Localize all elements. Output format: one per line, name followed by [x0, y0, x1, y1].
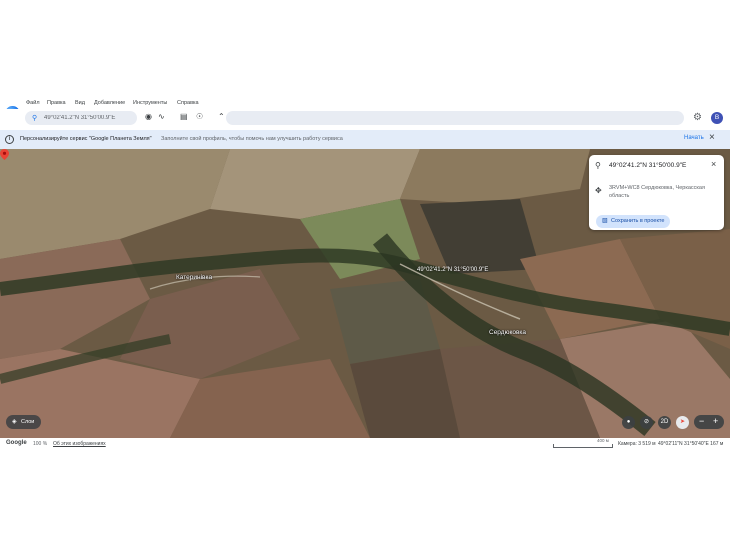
path-icon[interactable]: ∿ [158, 112, 165, 121]
layers-label: Слои [21, 419, 35, 425]
place-label-katerynivka[interactable]: Катеринівка [176, 274, 212, 281]
ruler-icon[interactable]: ▤ [180, 112, 188, 121]
cursor-coordinates: 49°02'11"N 31°50'40"E 167 м [658, 441, 724, 447]
google-logo: Google [6, 440, 27, 446]
zoom-control: − + [694, 415, 724, 429]
banner-title: Персонализируйте сервис "Google Планета … [20, 136, 152, 142]
gear-icon[interactable]: ⚙ [693, 112, 702, 123]
pegman-icon[interactable]: ● [622, 416, 635, 429]
location-pin-icon[interactable] [0, 149, 9, 160]
menu-edit[interactable]: Правка [47, 100, 66, 106]
scale-label: 400 м [597, 438, 609, 443]
menu-view[interactable]: Вид [75, 100, 85, 106]
personalize-banner: i Персонализируйте сервис "Google Планет… [0, 130, 730, 149]
scale-bar [553, 444, 613, 448]
avatar[interactable]: B [711, 112, 723, 124]
close-icon[interactable]: × [709, 132, 715, 143]
about-imagery-link[interactable]: Об этих изображениях [53, 441, 106, 447]
close-icon[interactable]: × [711, 159, 716, 169]
menu-bar: Файл Правка Вид Добавление Инструменты С… [0, 99, 730, 109]
save-button-label: Сохранить в проекте [611, 218, 665, 224]
search-input[interactable] [44, 113, 132, 123]
location-info-card: ⚲ 49°02'41.2"N 31°50'00.9"E × ✥ 3RVM+WC8… [589, 155, 724, 230]
chevron-up-icon[interactable]: ⌃ [218, 112, 225, 121]
globe-tools-icon[interactable]: ☉ [196, 112, 203, 121]
zoom-in-button[interactable]: + [713, 415, 718, 428]
card-address: 3RVM+WC8 Сердюковка, Черкасская область [609, 185, 705, 199]
menu-help[interactable]: Справка [177, 100, 199, 106]
bookmark-icon: ▧ [602, 218, 608, 224]
menu-file[interactable]: Файл [26, 100, 40, 106]
toolbar: ⚲ ◉ ∿ ▤ ☉ ⌃ ⚙ B [0, 109, 730, 129]
banner-description: Заполните свой профиль, чтобы помочь нам… [161, 136, 343, 142]
placemark-icon[interactable]: ◉ [145, 112, 152, 121]
location-off-icon[interactable]: ⊘ [640, 416, 653, 429]
map-pin-icon: ⚲ [595, 161, 601, 170]
info-icon: i [5, 135, 14, 144]
view-mode-button[interactable]: 2D [658, 416, 671, 429]
search-box[interactable]: ⚲ [25, 111, 137, 125]
satellite-map[interactable]: Катеринівка Сердюковка 49°02'41.2"N 31°5… [0, 149, 730, 438]
crosshair-icon: ✥ [595, 186, 602, 195]
menu-tools[interactable]: Инструменты [133, 100, 167, 106]
banner-start-button[interactable]: Начать [684, 135, 704, 141]
save-to-project-button[interactable]: ▧ Сохранить в проекте [596, 215, 670, 228]
status-bar: Google 100 % Об этих изображениях 400 м … [0, 438, 730, 449]
loading-percent: 100 % [33, 441, 48, 447]
place-label-serdiukivka[interactable]: Сердюковка [489, 329, 526, 336]
marker-label: 49°02'41.2"N 31°50'00.9"E [417, 267, 489, 273]
menu-add[interactable]: Добавление [94, 100, 125, 106]
zoom-out-button[interactable]: − [699, 415, 704, 428]
card-title: 49°02'41.2"N 31°50'00.9"E [609, 162, 687, 169]
layers-button[interactable]: ◈ Слои [6, 415, 41, 429]
google-earth-app: Файл Правка Вид Добавление Инструменты С… [0, 99, 730, 449]
search-icon: ⚲ [32, 115, 38, 122]
toolbar-spacer [226, 111, 684, 125]
camera-altitude: Камера: 3 519 м [618, 441, 656, 447]
compass-icon[interactable]: ➤ [676, 416, 689, 429]
layers-icon: ◈ [12, 419, 17, 425]
